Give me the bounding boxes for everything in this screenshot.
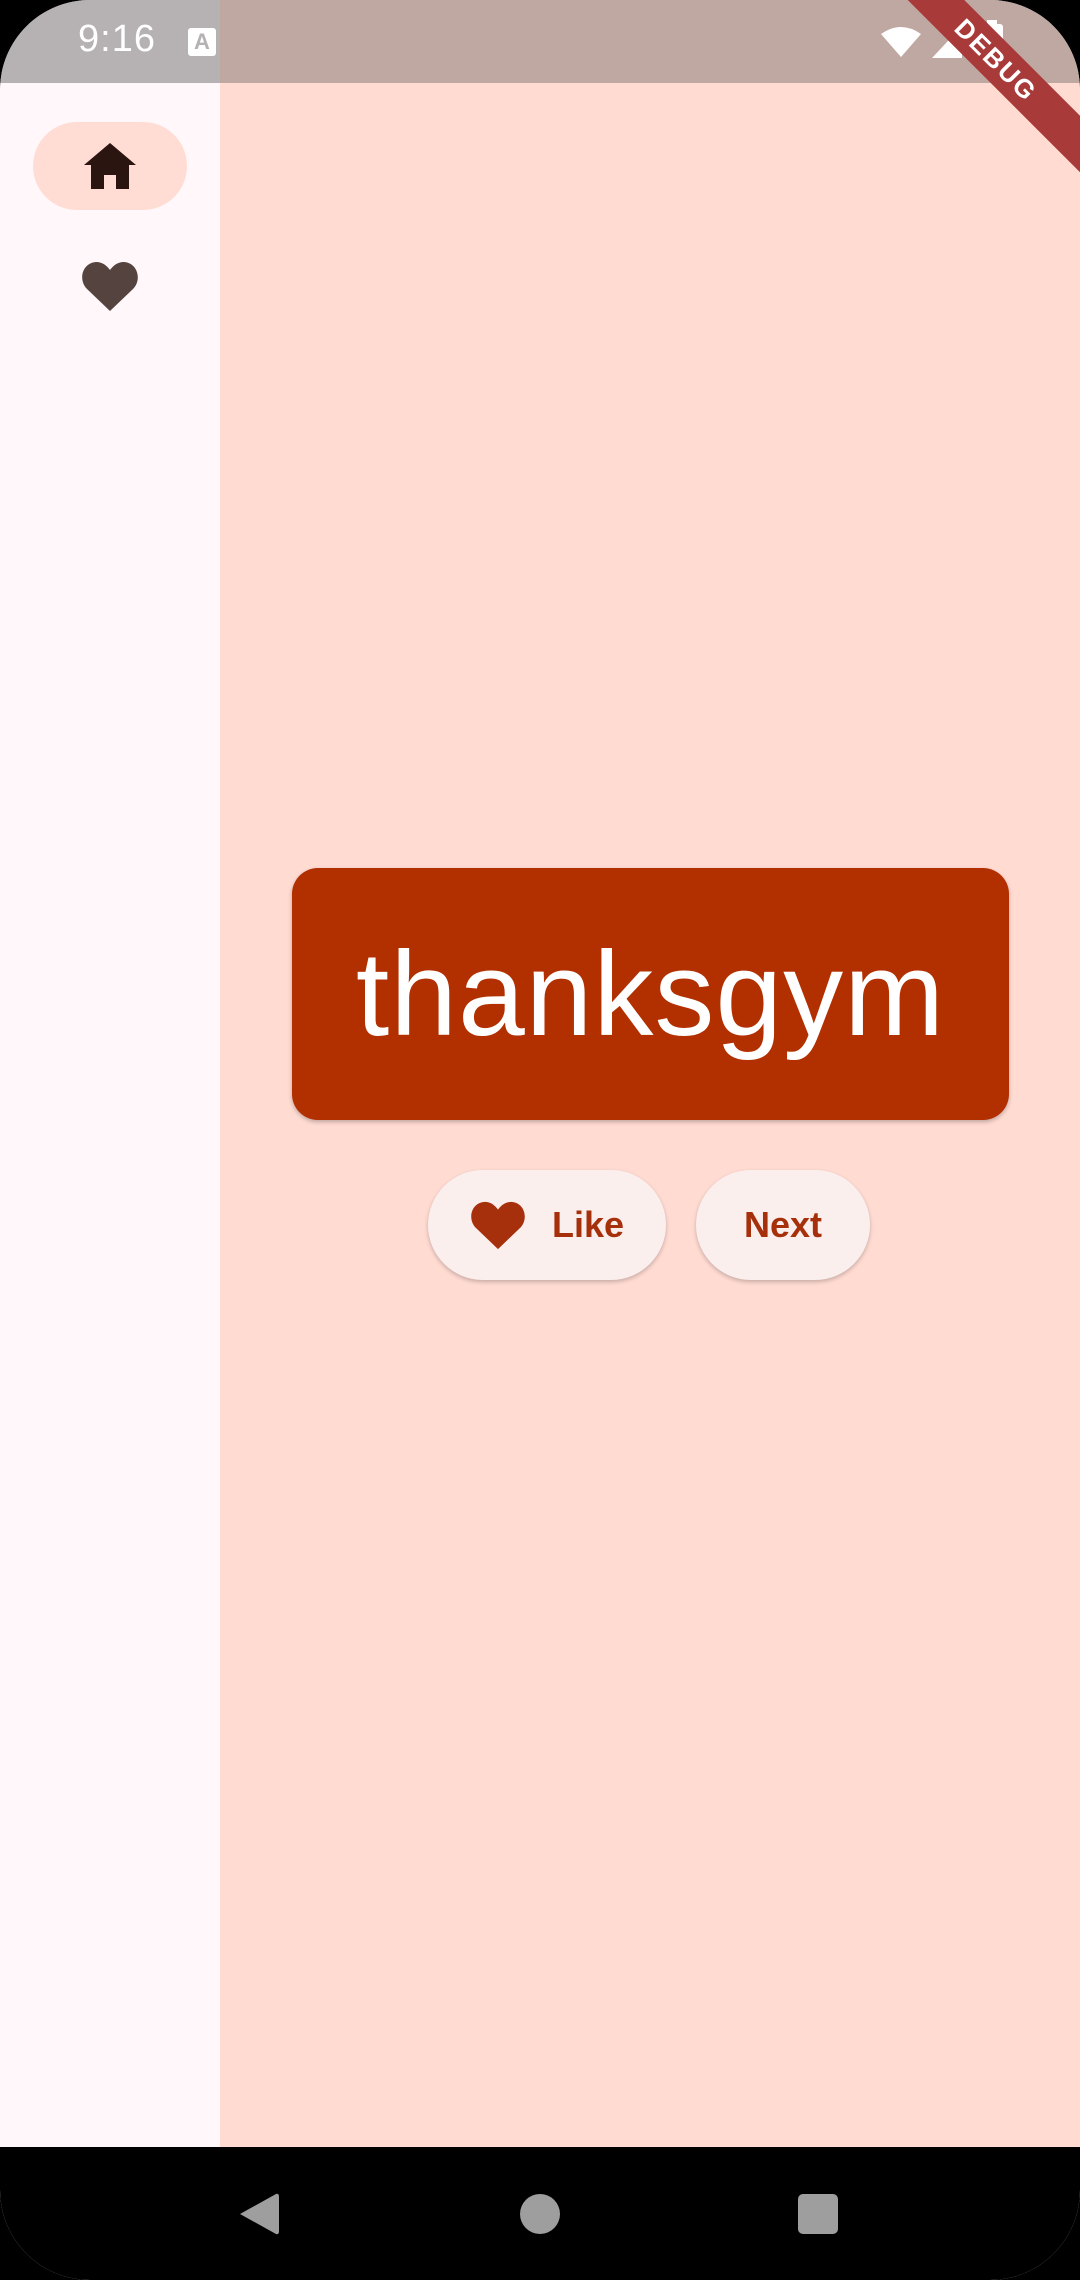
home-circle-icon[interactable] — [520, 2194, 560, 2234]
word-card: thanksgym — [292, 868, 1009, 1120]
device-screen: 9:16 A DEBUG thanksgym Like Next — [0, 0, 1080, 2280]
rail-item-favorites[interactable] — [33, 242, 187, 330]
status-bar: 9:16 A — [0, 0, 1080, 83]
heart-icon — [471, 1201, 525, 1250]
recents-square-icon[interactable] — [798, 2194, 838, 2234]
navigation-rail — [0, 83, 220, 2147]
rail-item-home[interactable] — [33, 122, 187, 210]
system-navigation-bar — [0, 2147, 1080, 2280]
next-button[interactable]: Next — [696, 1170, 870, 1280]
a-icon: A — [188, 28, 216, 56]
home-icon — [84, 143, 136, 189]
next-button-label: Next — [743, 1204, 823, 1245]
back-icon[interactable] — [238, 2191, 280, 2237]
like-button[interactable]: Like — [428, 1170, 666, 1280]
wifi-icon — [881, 27, 921, 57]
heart-icon — [82, 262, 138, 311]
word-pair-text: thanksgym — [355, 927, 946, 1061]
like-button-label: Like — [551, 1204, 625, 1245]
status-time: 9:16 — [78, 18, 156, 60]
main-content: thanksgym Like Next — [220, 83, 1080, 2147]
